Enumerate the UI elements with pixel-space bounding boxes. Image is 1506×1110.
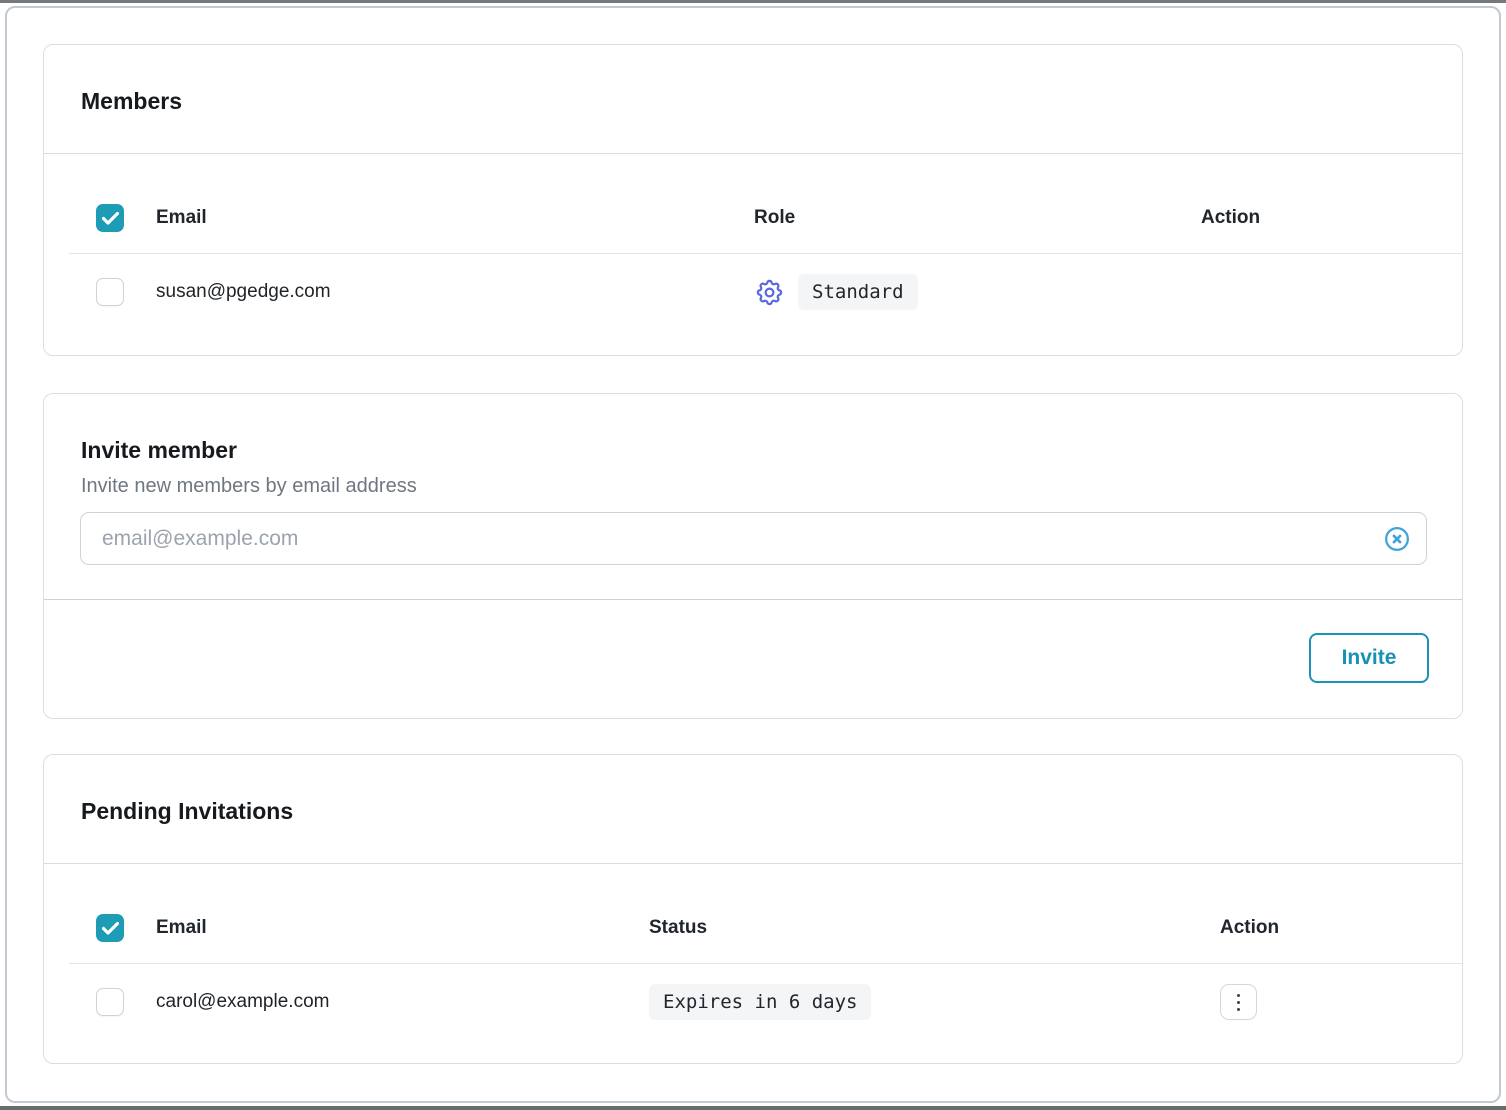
members-table-header: Email Role Action — [44, 154, 1462, 253]
member-row: susan@pgedge.com Standard — [44, 254, 1462, 356]
invite-title: Invite member — [44, 394, 1462, 464]
kebab-dot — [1237, 994, 1241, 998]
check-icon — [102, 212, 119, 225]
invite-card: Invite member Invite new members by emai… — [43, 393, 1463, 719]
select-all-checkbox[interactable] — [96, 204, 124, 232]
members-col-email: Email — [156, 207, 754, 229]
row-checkbox[interactable] — [96, 988, 124, 1016]
pending-table-header: Email Status Action — [44, 864, 1462, 963]
invite-input-wrap — [80, 512, 1427, 565]
role-badge: Standard — [798, 274, 918, 310]
check-icon — [102, 922, 119, 935]
page-frame: Members Email Role Action susan@pgedge.c… — [5, 6, 1501, 1103]
window-bottom-edge — [0, 1106, 1506, 1110]
members-col-action: Action — [1201, 207, 1432, 229]
pending-col-action: Action — [1220, 917, 1432, 939]
status-badge: Expires in 6 days — [649, 984, 871, 1020]
invite-email-input[interactable] — [80, 512, 1427, 565]
clear-input-button[interactable] — [1383, 525, 1411, 553]
pending-col-status: Status — [649, 917, 1220, 939]
invite-button[interactable]: Invite — [1309, 633, 1429, 683]
select-all-checkbox[interactable] — [96, 914, 124, 942]
pending-invitations-card: Pending Invitations Email Status Action … — [43, 754, 1463, 1064]
invite-subtitle: Invite new members by email address — [44, 464, 1462, 498]
window-top-edge — [0, 0, 1506, 3]
pending-col-email: Email — [156, 917, 649, 939]
member-email: susan@pgedge.com — [156, 281, 754, 303]
members-col-role: Role — [754, 207, 1201, 229]
pending-action-cell — [1220, 984, 1432, 1020]
kebab-dot — [1237, 1008, 1241, 1012]
invite-footer: Invite — [44, 600, 1462, 683]
kebab-menu-button[interactable] — [1220, 984, 1257, 1020]
pending-email: carol@example.com — [156, 991, 649, 1013]
kebab-dot — [1237, 1001, 1241, 1005]
pending-title: Pending Invitations — [44, 755, 1462, 825]
row-checkbox[interactable] — [96, 278, 124, 306]
members-title: Members — [44, 45, 1462, 115]
circle-x-icon — [1383, 525, 1411, 553]
pending-status-cell: Expires in 6 days — [649, 984, 1220, 1020]
gear-icon[interactable] — [754, 277, 785, 308]
members-card: Members Email Role Action susan@pgedge.c… — [43, 44, 1463, 356]
member-role-cell: Standard — [754, 274, 1201, 310]
pending-row: carol@example.com Expires in 6 days — [44, 964, 1462, 1066]
